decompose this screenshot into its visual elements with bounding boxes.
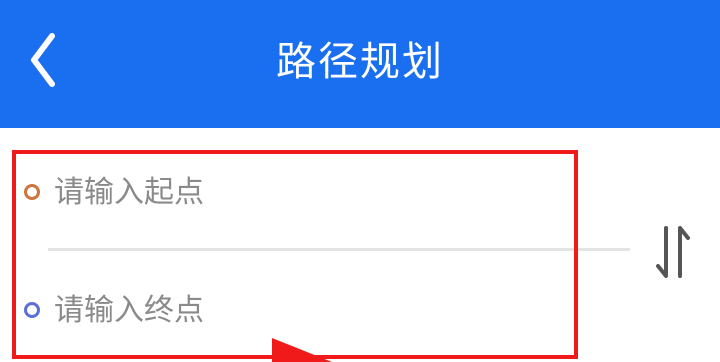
- back-button[interactable]: [22, 28, 66, 92]
- swap-vertical-icon: [656, 226, 690, 278]
- annotation-arrow-icon: [266, 334, 336, 362]
- header-bar: 路径规划: [0, 0, 720, 128]
- page-title: 路径规划: [276, 39, 444, 85]
- swap-button[interactable]: [652, 222, 696, 282]
- chevron-left-icon: [31, 33, 55, 87]
- highlight-annotation-box: [12, 150, 578, 359]
